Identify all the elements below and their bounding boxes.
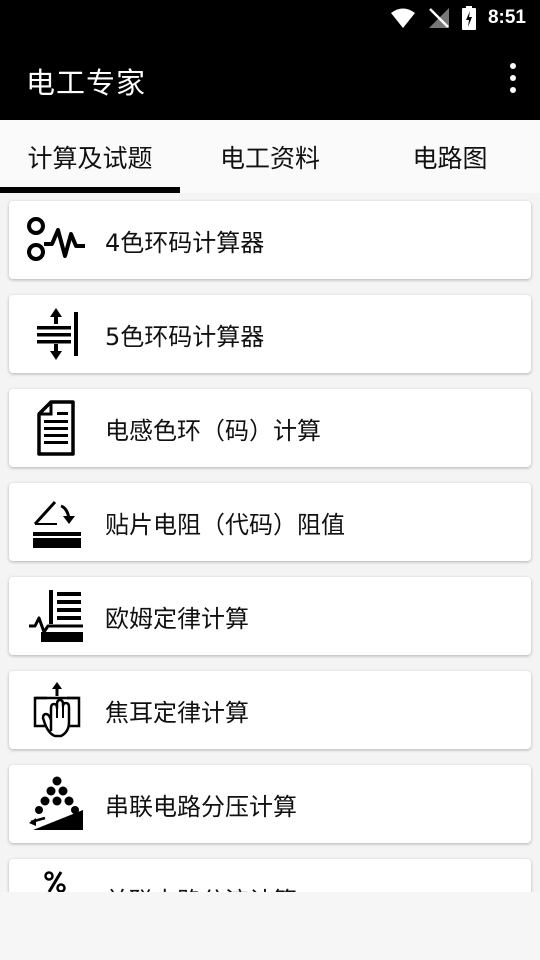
spacing-arrows-icon	[37, 308, 78, 360]
item-label: 电感色环（码）计算	[105, 417, 321, 445]
percent-icon	[44, 871, 66, 892]
tab-materials[interactable]: 电工资料	[180, 120, 360, 193]
app-bar: 电工专家	[0, 36, 540, 120]
more-options-icon[interactable]	[506, 63, 520, 93]
list-item-smd-resistor[interactable]: 贴片电阻（代码）阻值	[9, 483, 531, 561]
status-time: 8:51	[487, 7, 526, 28]
item-label: 并联电路分流计算	[105, 881, 297, 892]
tab-circuits[interactable]: 电路图	[360, 120, 540, 193]
list-item-ohm-law[interactable]: 欧姆定律计算	[9, 577, 531, 655]
tab-bar: 计算及试题 电工资料 电路图	[0, 120, 540, 193]
ohm-law-icon	[29, 590, 83, 642]
hand-touch-icon	[33, 682, 81, 738]
bottom-area	[0, 892, 540, 960]
no-signal-icon	[428, 8, 449, 28]
list-item-joule-law[interactable]: 焦耳定律计算	[9, 671, 531, 749]
list-item-5-band-calculator[interactable]: 5色环码计算器	[9, 295, 531, 373]
list-item-4-band-calculator[interactable]: 4色环码计算器	[9, 201, 531, 279]
item-label: 欧姆定律计算	[105, 605, 249, 633]
tab-calculation[interactable]: 计算及试题	[0, 120, 180, 193]
list-item-inductor-code[interactable]: 电感色环（码）计算	[9, 389, 531, 467]
list-item-series-voltage[interactable]: 串联电路分压计算	[9, 765, 531, 843]
calculator-list: 4色环码计算器 5色环码计算器 电感色环（码）计算 贴片电阻（代码）阻值 欧姆定…	[0, 193, 540, 892]
battery-icon	[461, 6, 476, 30]
item-label: 贴片电阻（代码）阻值	[105, 511, 345, 539]
list-item-parallel-current[interactable]: 并联电路分流计算	[9, 859, 531, 892]
item-label: 串联电路分压计算	[105, 793, 297, 821]
item-label: 5色环码计算器	[105, 323, 265, 351]
balls-ramp-icon	[29, 776, 83, 830]
app-title: 电工专家	[26, 66, 147, 100]
status-bar: 8:51	[0, 0, 540, 36]
document-icon	[37, 400, 75, 456]
chip-resistor-icon	[33, 500, 81, 548]
item-label: 4色环码计算器	[105, 229, 265, 257]
item-label: 焦耳定律计算	[105, 699, 249, 727]
wifi-icon	[390, 8, 415, 28]
resistor-wave-icon	[27, 217, 85, 261]
